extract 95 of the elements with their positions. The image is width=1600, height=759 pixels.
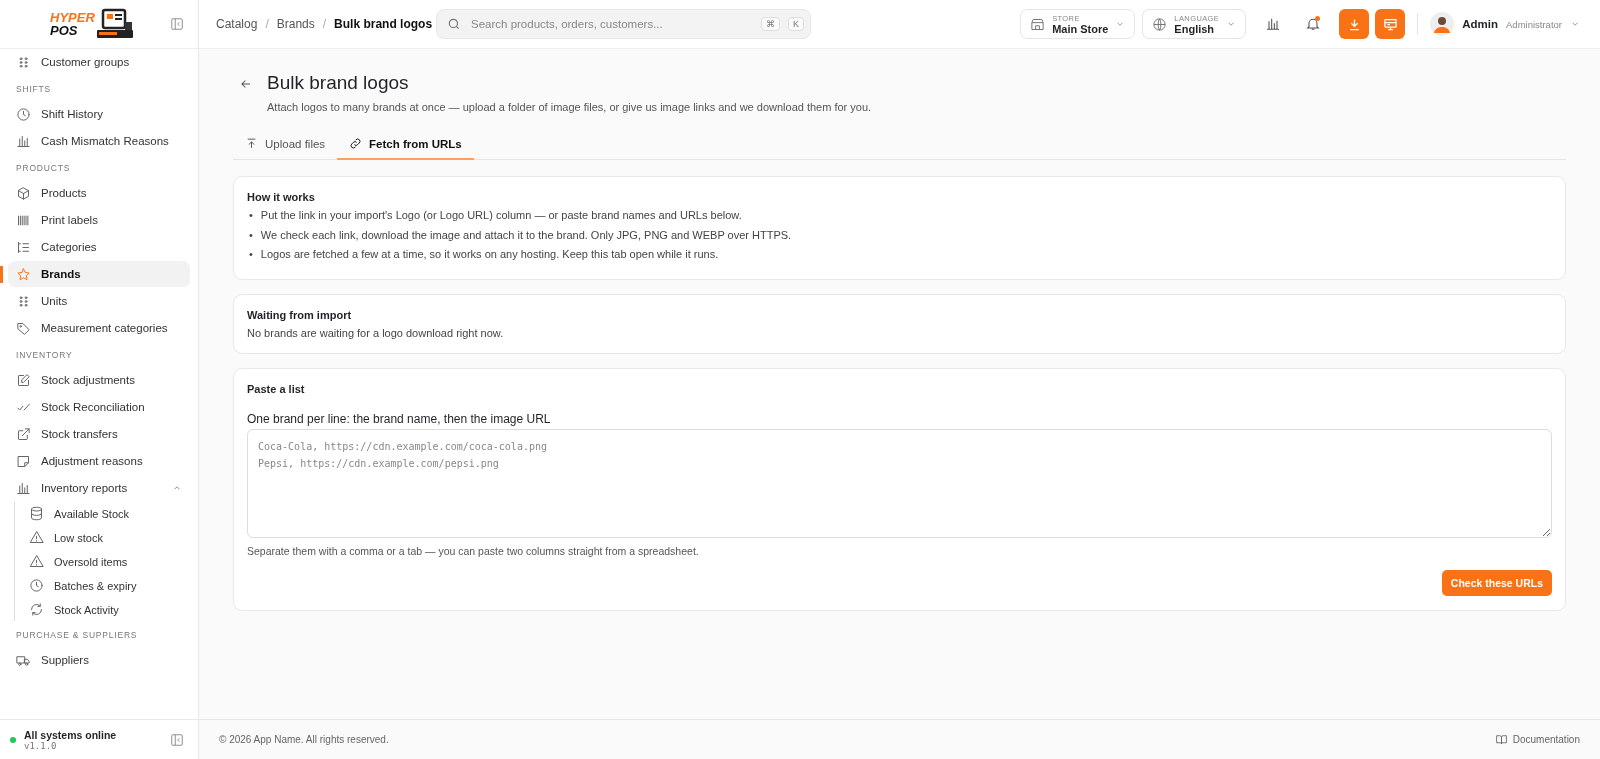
store-icon [1030,16,1046,32]
external-link-icon [16,426,31,442]
database-icon [29,506,44,521]
selector-value: English [1174,24,1216,35]
collapse-sidebar-button[interactable] [170,732,184,747]
bullet-marker: • [249,227,253,243]
sidebar-item[interactable]: Adjustment reasons [8,448,190,474]
page-subtitle: Attach logos to many brands at once — upload a folder of image files, or give us image links and we download them for you. [267,101,872,113]
bullet-marker: • [249,208,253,223]
breadcrumb-separator: / [322,17,327,31]
breadcrumb[interactable]: Catalog [216,17,258,31]
box-icon [16,185,31,201]
sidebar-item[interactable]: Shift History [8,101,190,127]
download-button[interactable] [1339,9,1370,39]
sidebar-item[interactable]: Batches & expiry [21,574,190,597]
sidebar-item[interactable]: Low stock [21,526,190,549]
tab[interactable]: Upload files [233,129,338,160]
card-title: Paste a list [247,382,306,395]
warning-icon [29,554,44,569]
refresh-icon [29,602,44,617]
copyright-text: © 2026 App Name. All rights reserved. [219,734,389,745]
book-icon [1494,733,1508,746]
version-text: v1.1.0 [24,740,57,751]
sidebar-item[interactable]: Print labels [8,207,190,233]
sidebar-item[interactable]: Measurement categories [8,315,190,341]
breadcrumb[interactable]: Brands [276,17,315,31]
selector-value: Main Store [1052,24,1109,35]
section-heading: INVENTORY [15,350,74,362]
sidebar-item[interactable]: Stock transfers [8,421,190,447]
bell-icon [1305,16,1322,32]
user-role: Administrator [1506,18,1562,30]
bullet-text: Logos are fetched a few at a time, so it works on any hosting. Keep this tab open while it runs. [260,247,719,262]
upload-icon [245,137,258,150]
warning-icon [29,530,44,545]
sidebar-item[interactable]: Stock Activity [21,598,190,621]
bullet-text: We check each link, download the image and attach it to the brand. Only JPG, PNG and WEBP over HTTPS. [260,227,792,243]
sidebar-item[interactable]: Units [8,288,190,314]
bullet-text: Put the link in your import's Logo (or Logo URL) column — or paste brand names and URLs below. [260,208,742,223]
breadcrumb-separator: / [265,17,269,31]
section-heading: SHIFTS [15,84,53,96]
cash-register-drawing [94,8,135,40]
tab[interactable]: Fetch from URLs [337,129,474,160]
collapse-sidebar-button[interactable] [170,17,184,31]
tag-icon [16,320,31,336]
pos-terminal-button[interactable] [1375,9,1406,39]
barcode-icon [16,212,31,228]
card-title: Waiting from import [247,308,353,321]
hierarchy-icon [16,239,31,255]
input-field[interactable]: Coca-Cola, https://cdn.example.com/coca-cola.png Pepsi, https://cdn.example.com/pepsi.png [247,428,1552,538]
globe-icon [1152,16,1168,32]
user-menu[interactable]: Admin Administrator [1430,12,1580,36]
sidebar-item[interactable]: Stock Reconciliation [8,394,190,420]
search-icon [447,17,461,31]
edit-icon [16,372,31,388]
sidebar-item[interactable]: Oversold items [21,550,190,573]
sidebar-item[interactable]: Inventory reports [8,475,190,501]
empty-message: No brands are waiting for a logo download right now. [247,326,505,339]
sidebar-item[interactable]: Stock adjustments [8,367,190,393]
monitor-icon [1382,16,1398,32]
back-icon[interactable] [239,77,253,91]
sidebar-item[interactable]: Available Stock [21,502,190,525]
clock-icon [16,106,31,122]
logo-text: HYPER [50,11,95,24]
bullet-marker: • [249,247,253,262]
bar-chart-icon [16,133,31,149]
section-heading: PRODUCTS [15,163,72,175]
search-field[interactable]: Search products, orders, customers... [469,17,753,31]
field-label: One brand per line: the brand name, then the image URL [247,411,552,426]
sidebar-item[interactable]: Customer groups [8,49,190,75]
dots-icon [16,54,31,70]
status-text: All systems online [24,728,118,741]
clock-icon [29,578,44,593]
bar-chart-icon [16,480,31,496]
sidebar-item[interactable]: Products [8,180,190,206]
search-bar[interactable]: Search products, orders, customers... ⌘ K [436,9,811,39]
field-hint: Separate them with a comma or a tab — you can paste two columns straight from a spreadsheet. [247,544,700,557]
keyboard-key: K [788,17,804,31]
page-title: Bulk brand logos [267,72,410,94]
dots-icon [16,293,31,309]
user-name: Admin [1462,18,1499,30]
bar-chart-icon [1265,16,1282,32]
link-icon [349,137,363,150]
active-indicator [0,266,3,283]
sidebar-item[interactable]: Categories [8,234,190,260]
keyboard-key: ⌘ [761,17,780,31]
logo-text: POS [50,24,79,37]
sidebar-item[interactable]: Cash Mismatch Reasons [8,128,190,154]
card-title: How it works [247,191,316,203]
sidebar-item[interactable]: Suppliers [8,647,190,673]
avatar [1430,12,1455,36]
note-icon [16,453,31,469]
section-heading: PURCHASE & SUPPLIERS [15,630,139,642]
breadcrumb: Bulk brand logos [334,17,433,31]
star-icon [16,266,31,282]
documentation-link[interactable]: Documentation [1494,733,1580,746]
